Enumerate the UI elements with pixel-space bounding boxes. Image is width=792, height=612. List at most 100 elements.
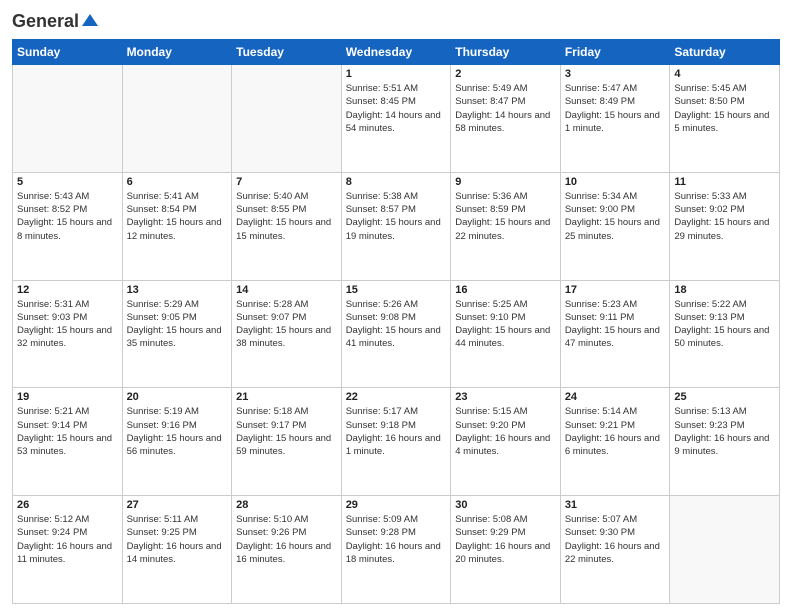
day-cell: 28 Sunrise: 5:10 AMSunset: 9:26 PMDayligh…	[232, 496, 342, 604]
day-number: 7	[236, 176, 337, 188]
day-number: 27	[127, 499, 228, 511]
day-info: Sunrise: 5:18 AMSunset: 9:17 PMDaylight:…	[236, 405, 337, 458]
day-info: Sunrise: 5:07 AMSunset: 9:30 PMDaylight:…	[565, 513, 666, 566]
weekday-header-friday: Friday	[560, 40, 670, 65]
day-cell: 30 Sunrise: 5:08 AMSunset: 9:29 PMDayligh…	[451, 496, 561, 604]
day-number: 8	[346, 176, 447, 188]
day-number: 18	[674, 284, 775, 296]
day-info: Sunrise: 5:40 AMSunset: 8:55 PMDaylight:…	[236, 190, 337, 243]
day-info: Sunrise: 5:36 AMSunset: 8:59 PMDaylight:…	[455, 190, 556, 243]
weekday-header-tuesday: Tuesday	[232, 40, 342, 65]
day-cell: 2 Sunrise: 5:49 AMSunset: 8:47 PMDaylight…	[451, 65, 561, 173]
day-info: Sunrise: 5:41 AMSunset: 8:54 PMDaylight:…	[127, 190, 228, 243]
day-cell: 31 Sunrise: 5:07 AMSunset: 9:30 PMDayligh…	[560, 496, 670, 604]
weekday-header-row: SundayMondayTuesdayWednesdayThursdayFrid…	[13, 40, 780, 65]
logo: General	[12, 10, 98, 33]
day-cell: 10 Sunrise: 5:34 AMSunset: 9:00 PMDayligh…	[560, 172, 670, 280]
weekday-header-wednesday: Wednesday	[341, 40, 451, 65]
week-row-3: 12 Sunrise: 5:31 AMSunset: 9:03 PMDayligh…	[13, 280, 780, 388]
day-cell: 18 Sunrise: 5:22 AMSunset: 9:13 PMDayligh…	[670, 280, 780, 388]
day-info: Sunrise: 5:12 AMSunset: 9:24 PMDaylight:…	[17, 513, 118, 566]
day-number: 31	[565, 499, 666, 511]
day-info: Sunrise: 5:19 AMSunset: 9:16 PMDaylight:…	[127, 405, 228, 458]
day-cell: 5Sunrise: 5:43 AMSunset: 8:52 PMDaylight…	[13, 172, 123, 280]
day-info: Sunrise: 5:49 AMSunset: 8:47 PMDaylight:…	[455, 82, 556, 135]
day-info: Sunrise: 5:51 AMSunset: 8:45 PMDaylight:…	[346, 82, 447, 135]
day-cell: 29 Sunrise: 5:09 AMSunset: 9:28 PMDayligh…	[341, 496, 451, 604]
day-info: Sunrise: 5:22 AMSunset: 9:13 PMDaylight:…	[674, 298, 775, 351]
day-number: 30	[455, 499, 556, 511]
day-number: 1	[346, 68, 447, 80]
day-info: Sunrise: 5:10 AMSunset: 9:26 PMDaylight:…	[236, 513, 337, 566]
day-number: 10	[565, 176, 666, 188]
day-cell: 22 Sunrise: 5:17 AMSunset: 9:18 PMDayligh…	[341, 388, 451, 496]
day-info: Sunrise: 5:09 AMSunset: 9:28 PMDaylight:…	[346, 513, 447, 566]
day-cell: 1 Sunrise: 5:51 AMSunset: 8:45 PMDaylight…	[341, 65, 451, 173]
day-cell: 25Sunrise: 5:13 AMSunset: 9:23 PMDayligh…	[670, 388, 780, 496]
day-cell: 17Sunrise: 5:23 AMSunset: 9:11 PMDayligh…	[560, 280, 670, 388]
day-cell: 14 Sunrise: 5:28 AMSunset: 9:07 PMDayligh…	[232, 280, 342, 388]
logo-general: General	[12, 11, 79, 32]
weekday-header-sunday: Sunday	[13, 40, 123, 65]
day-number: 13	[127, 284, 228, 296]
day-number: 2	[455, 68, 556, 80]
day-number: 19	[17, 391, 118, 403]
day-cell: 16 Sunrise: 5:25 AMSunset: 9:10 PMDayligh…	[451, 280, 561, 388]
day-cell: 21 Sunrise: 5:18 AMSunset: 9:17 PMDayligh…	[232, 388, 342, 496]
day-info: Sunrise: 5:38 AMSunset: 8:57 PMDaylight:…	[346, 190, 447, 243]
day-info: Sunrise: 5:33 AMSunset: 9:02 PMDaylight:…	[674, 190, 775, 243]
day-cell	[122, 65, 232, 173]
day-number: 29	[346, 499, 447, 511]
day-number: 3	[565, 68, 666, 80]
day-number: 24	[565, 391, 666, 403]
calendar-container: General SundayMondayTuesdayWednesdayThur…	[0, 0, 792, 612]
day-info: Sunrise: 5:23 AMSunset: 9:11 PMDaylight:…	[565, 298, 666, 351]
day-cell: 27 Sunrise: 5:11 AMSunset: 9:25 PMDayligh…	[122, 496, 232, 604]
day-cell: 4 Sunrise: 5:45 AMSunset: 8:50 PMDaylight…	[670, 65, 780, 173]
day-info: Sunrise: 5:14 AMSunset: 9:21 PMDaylight:…	[565, 405, 666, 458]
day-number: 15	[346, 284, 447, 296]
day-info: Sunrise: 5:31 AMSunset: 9:03 PMDaylight:…	[17, 298, 118, 351]
day-number: 11	[674, 176, 775, 188]
day-cell: 8 Sunrise: 5:38 AMSunset: 8:57 PMDaylight…	[341, 172, 451, 280]
week-row-4: 19 Sunrise: 5:21 AMSunset: 9:14 PMDayligh…	[13, 388, 780, 496]
day-number: 4	[674, 68, 775, 80]
weekday-header-saturday: Saturday	[670, 40, 780, 65]
day-number: 16	[455, 284, 556, 296]
logo-triangle-icon	[82, 12, 98, 33]
day-cell: 9 Sunrise: 5:36 AMSunset: 8:59 PMDaylight…	[451, 172, 561, 280]
calendar-table: SundayMondayTuesdayWednesdayThursdayFrid…	[12, 39, 780, 604]
day-cell: 23Sunrise: 5:15 AMSunset: 9:20 PMDayligh…	[451, 388, 561, 496]
day-info: Sunrise: 5:26 AMSunset: 9:08 PMDaylight:…	[346, 298, 447, 351]
day-cell: 19 Sunrise: 5:21 AMSunset: 9:14 PMDayligh…	[13, 388, 123, 496]
day-cell: 15 Sunrise: 5:26 AMSunset: 9:08 PMDayligh…	[341, 280, 451, 388]
day-info: Sunrise: 5:45 AMSunset: 8:50 PMDaylight:…	[674, 82, 775, 135]
day-info: Sunrise: 5:28 AMSunset: 9:07 PMDaylight:…	[236, 298, 337, 351]
weekday-header-monday: Monday	[122, 40, 232, 65]
day-info: Sunrise: 5:34 AMSunset: 9:00 PMDaylight:…	[565, 190, 666, 243]
week-row-2: 5Sunrise: 5:43 AMSunset: 8:52 PMDaylight…	[13, 172, 780, 280]
day-info: Sunrise: 5:08 AMSunset: 9:29 PMDaylight:…	[455, 513, 556, 566]
day-number: 6	[127, 176, 228, 188]
day-cell: 13Sunrise: 5:29 AMSunset: 9:05 PMDayligh…	[122, 280, 232, 388]
day-number: 21	[236, 391, 337, 403]
day-info: Sunrise: 5:11 AMSunset: 9:25 PMDaylight:…	[127, 513, 228, 566]
day-number: 14	[236, 284, 337, 296]
day-number: 26	[17, 499, 118, 511]
day-number: 9	[455, 176, 556, 188]
day-cell: 11 Sunrise: 5:33 AMSunset: 9:02 PMDayligh…	[670, 172, 780, 280]
day-number: 22	[346, 391, 447, 403]
day-cell	[13, 65, 123, 173]
day-cell	[232, 65, 342, 173]
day-cell	[670, 496, 780, 604]
day-number: 12	[17, 284, 118, 296]
day-number: 28	[236, 499, 337, 511]
day-info: Sunrise: 5:21 AMSunset: 9:14 PMDaylight:…	[17, 405, 118, 458]
day-number: 20	[127, 391, 228, 403]
day-info: Sunrise: 5:25 AMSunset: 9:10 PMDaylight:…	[455, 298, 556, 351]
day-cell: 12 Sunrise: 5:31 AMSunset: 9:03 PMDayligh…	[13, 280, 123, 388]
day-info: Sunrise: 5:15 AMSunset: 9:20 PMDaylight:…	[455, 405, 556, 458]
day-cell: 20 Sunrise: 5:19 AMSunset: 9:16 PMDayligh…	[122, 388, 232, 496]
day-number: 25	[674, 391, 775, 403]
day-info: Sunrise: 5:17 AMSunset: 9:18 PMDaylight:…	[346, 405, 447, 458]
